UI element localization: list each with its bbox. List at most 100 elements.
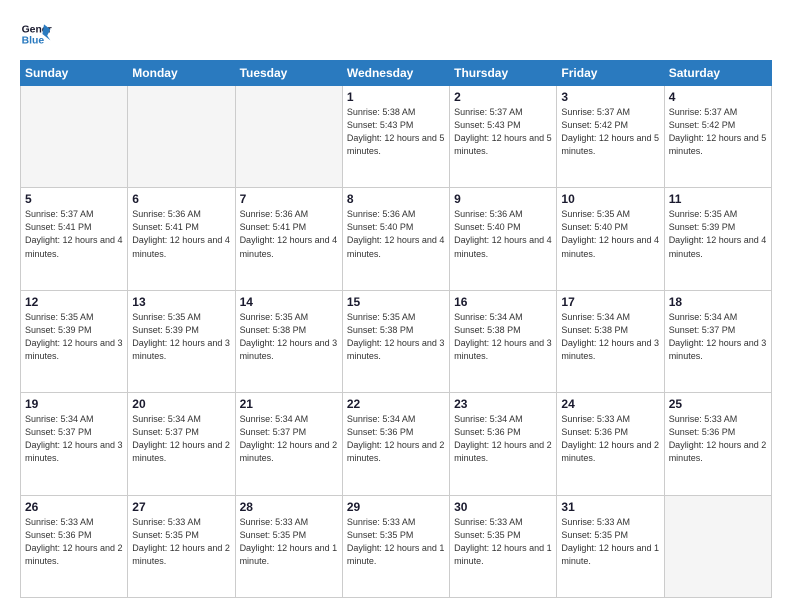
day-info: Sunrise: 5:37 AMSunset: 5:42 PMDaylight:… xyxy=(669,106,767,158)
logo-icon: General Blue xyxy=(20,18,52,50)
header: General Blue xyxy=(20,18,772,50)
day-cell-14: 14 Sunrise: 5:35 AMSunset: 5:38 PMDaylig… xyxy=(235,290,342,392)
weekday-header-wednesday: Wednesday xyxy=(342,61,449,86)
day-number: 17 xyxy=(561,295,659,309)
day-cell-19: 19 Sunrise: 5:34 AMSunset: 5:37 PMDaylig… xyxy=(21,393,128,495)
day-info: Sunrise: 5:33 AMSunset: 5:35 PMDaylight:… xyxy=(240,516,338,568)
day-info: Sunrise: 5:33 AMSunset: 5:35 PMDaylight:… xyxy=(561,516,659,568)
day-number: 18 xyxy=(669,295,767,309)
day-cell-18: 18 Sunrise: 5:34 AMSunset: 5:37 PMDaylig… xyxy=(664,290,771,392)
day-number: 10 xyxy=(561,192,659,206)
logo: General Blue xyxy=(20,18,58,50)
day-number: 2 xyxy=(454,90,552,104)
day-info: Sunrise: 5:33 AMSunset: 5:36 PMDaylight:… xyxy=(25,516,123,568)
day-info: Sunrise: 5:37 AMSunset: 5:43 PMDaylight:… xyxy=(454,106,552,158)
day-cell-5: 5 Sunrise: 5:37 AMSunset: 5:41 PMDayligh… xyxy=(21,188,128,290)
day-number: 14 xyxy=(240,295,338,309)
day-info: Sunrise: 5:33 AMSunset: 5:35 PMDaylight:… xyxy=(347,516,445,568)
day-info: Sunrise: 5:36 AMSunset: 5:40 PMDaylight:… xyxy=(454,208,552,260)
day-info: Sunrise: 5:33 AMSunset: 5:36 PMDaylight:… xyxy=(561,413,659,465)
weekday-header-monday: Monday xyxy=(128,61,235,86)
day-number: 29 xyxy=(347,500,445,514)
day-info: Sunrise: 5:34 AMSunset: 5:38 PMDaylight:… xyxy=(561,311,659,363)
day-number: 6 xyxy=(132,192,230,206)
day-info: Sunrise: 5:34 AMSunset: 5:36 PMDaylight:… xyxy=(347,413,445,465)
day-number: 13 xyxy=(132,295,230,309)
weekday-header-sunday: Sunday xyxy=(21,61,128,86)
day-cell-20: 20 Sunrise: 5:34 AMSunset: 5:37 PMDaylig… xyxy=(128,393,235,495)
day-cell-10: 10 Sunrise: 5:35 AMSunset: 5:40 PMDaylig… xyxy=(557,188,664,290)
day-number: 25 xyxy=(669,397,767,411)
day-cell-8: 8 Sunrise: 5:36 AMSunset: 5:40 PMDayligh… xyxy=(342,188,449,290)
weekday-header-saturday: Saturday xyxy=(664,61,771,86)
day-info: Sunrise: 5:34 AMSunset: 5:37 PMDaylight:… xyxy=(240,413,338,465)
day-cell-28: 28 Sunrise: 5:33 AMSunset: 5:35 PMDaylig… xyxy=(235,495,342,597)
day-number: 31 xyxy=(561,500,659,514)
day-info: Sunrise: 5:36 AMSunset: 5:41 PMDaylight:… xyxy=(132,208,230,260)
day-cell-27: 27 Sunrise: 5:33 AMSunset: 5:35 PMDaylig… xyxy=(128,495,235,597)
day-info: Sunrise: 5:33 AMSunset: 5:35 PMDaylight:… xyxy=(132,516,230,568)
day-cell-15: 15 Sunrise: 5:35 AMSunset: 5:38 PMDaylig… xyxy=(342,290,449,392)
day-number: 30 xyxy=(454,500,552,514)
day-cell-2: 2 Sunrise: 5:37 AMSunset: 5:43 PMDayligh… xyxy=(450,86,557,188)
week-row-3: 12 Sunrise: 5:35 AMSunset: 5:39 PMDaylig… xyxy=(21,290,772,392)
day-number: 28 xyxy=(240,500,338,514)
weekday-header-friday: Friday xyxy=(557,61,664,86)
day-info: Sunrise: 5:34 AMSunset: 5:37 PMDaylight:… xyxy=(25,413,123,465)
week-row-4: 19 Sunrise: 5:34 AMSunset: 5:37 PMDaylig… xyxy=(21,393,772,495)
week-row-1: 1 Sunrise: 5:38 AMSunset: 5:43 PMDayligh… xyxy=(21,86,772,188)
day-number: 8 xyxy=(347,192,445,206)
day-cell-7: 7 Sunrise: 5:36 AMSunset: 5:41 PMDayligh… xyxy=(235,188,342,290)
day-cell-22: 22 Sunrise: 5:34 AMSunset: 5:36 PMDaylig… xyxy=(342,393,449,495)
day-info: Sunrise: 5:36 AMSunset: 5:41 PMDaylight:… xyxy=(240,208,338,260)
weekday-header-thursday: Thursday xyxy=(450,61,557,86)
page: General Blue SundayMondayTuesdayWednesda… xyxy=(0,0,792,612)
day-cell-24: 24 Sunrise: 5:33 AMSunset: 5:36 PMDaylig… xyxy=(557,393,664,495)
day-number: 23 xyxy=(454,397,552,411)
day-cell-30: 30 Sunrise: 5:33 AMSunset: 5:35 PMDaylig… xyxy=(450,495,557,597)
day-info: Sunrise: 5:35 AMSunset: 5:38 PMDaylight:… xyxy=(240,311,338,363)
empty-cell xyxy=(21,86,128,188)
day-info: Sunrise: 5:34 AMSunset: 5:38 PMDaylight:… xyxy=(454,311,552,363)
day-cell-3: 3 Sunrise: 5:37 AMSunset: 5:42 PMDayligh… xyxy=(557,86,664,188)
day-number: 9 xyxy=(454,192,552,206)
day-info: Sunrise: 5:34 AMSunset: 5:36 PMDaylight:… xyxy=(454,413,552,465)
day-info: Sunrise: 5:35 AMSunset: 5:39 PMDaylight:… xyxy=(669,208,767,260)
day-number: 20 xyxy=(132,397,230,411)
empty-cell xyxy=(128,86,235,188)
day-info: Sunrise: 5:35 AMSunset: 5:40 PMDaylight:… xyxy=(561,208,659,260)
day-cell-6: 6 Sunrise: 5:36 AMSunset: 5:41 PMDayligh… xyxy=(128,188,235,290)
day-info: Sunrise: 5:36 AMSunset: 5:40 PMDaylight:… xyxy=(347,208,445,260)
day-number: 26 xyxy=(25,500,123,514)
day-cell-9: 9 Sunrise: 5:36 AMSunset: 5:40 PMDayligh… xyxy=(450,188,557,290)
day-cell-16: 16 Sunrise: 5:34 AMSunset: 5:38 PMDaylig… xyxy=(450,290,557,392)
day-info: Sunrise: 5:33 AMSunset: 5:36 PMDaylight:… xyxy=(669,413,767,465)
week-row-5: 26 Sunrise: 5:33 AMSunset: 5:36 PMDaylig… xyxy=(21,495,772,597)
day-number: 21 xyxy=(240,397,338,411)
day-cell-29: 29 Sunrise: 5:33 AMSunset: 5:35 PMDaylig… xyxy=(342,495,449,597)
day-number: 27 xyxy=(132,500,230,514)
day-cell-31: 31 Sunrise: 5:33 AMSunset: 5:35 PMDaylig… xyxy=(557,495,664,597)
empty-cell xyxy=(235,86,342,188)
day-number: 12 xyxy=(25,295,123,309)
day-cell-23: 23 Sunrise: 5:34 AMSunset: 5:36 PMDaylig… xyxy=(450,393,557,495)
empty-cell xyxy=(664,495,771,597)
day-cell-1: 1 Sunrise: 5:38 AMSunset: 5:43 PMDayligh… xyxy=(342,86,449,188)
weekday-header-tuesday: Tuesday xyxy=(235,61,342,86)
day-cell-11: 11 Sunrise: 5:35 AMSunset: 5:39 PMDaylig… xyxy=(664,188,771,290)
day-info: Sunrise: 5:38 AMSunset: 5:43 PMDaylight:… xyxy=(347,106,445,158)
day-cell-12: 12 Sunrise: 5:35 AMSunset: 5:39 PMDaylig… xyxy=(21,290,128,392)
day-cell-21: 21 Sunrise: 5:34 AMSunset: 5:37 PMDaylig… xyxy=(235,393,342,495)
day-number: 7 xyxy=(240,192,338,206)
day-number: 3 xyxy=(561,90,659,104)
day-cell-4: 4 Sunrise: 5:37 AMSunset: 5:42 PMDayligh… xyxy=(664,86,771,188)
day-info: Sunrise: 5:34 AMSunset: 5:37 PMDaylight:… xyxy=(669,311,767,363)
weekday-header-row: SundayMondayTuesdayWednesdayThursdayFrid… xyxy=(21,61,772,86)
day-info: Sunrise: 5:37 AMSunset: 5:42 PMDaylight:… xyxy=(561,106,659,158)
day-number: 19 xyxy=(25,397,123,411)
day-cell-25: 25 Sunrise: 5:33 AMSunset: 5:36 PMDaylig… xyxy=(664,393,771,495)
day-info: Sunrise: 5:33 AMSunset: 5:35 PMDaylight:… xyxy=(454,516,552,568)
day-number: 11 xyxy=(669,192,767,206)
svg-text:Blue: Blue xyxy=(22,36,45,47)
day-info: Sunrise: 5:35 AMSunset: 5:39 PMDaylight:… xyxy=(25,311,123,363)
